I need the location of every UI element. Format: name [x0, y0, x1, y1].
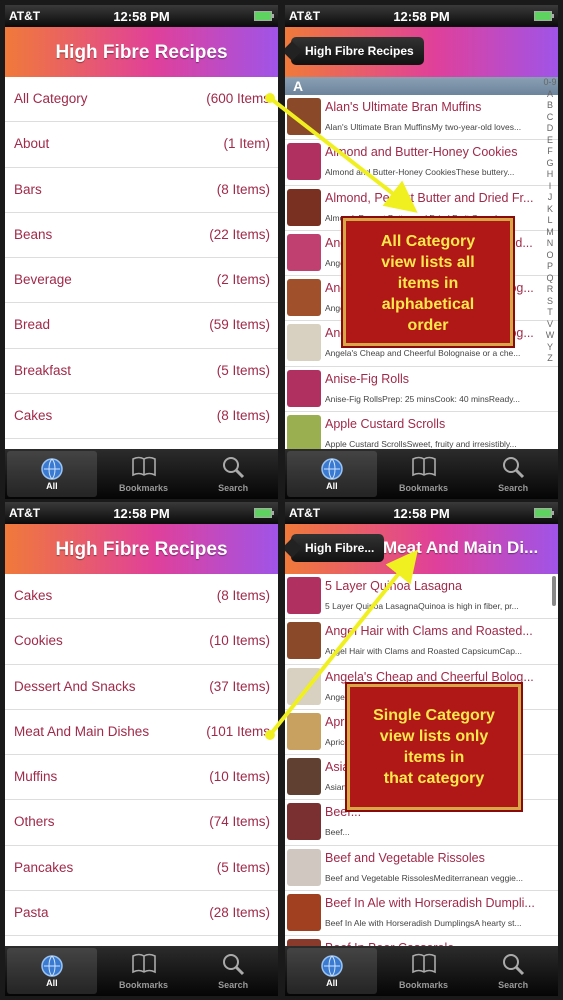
annotation-arrows: [265, 93, 418, 740]
arrow-meat-category: [265, 549, 418, 740]
arrow-all-category: [265, 93, 418, 213]
